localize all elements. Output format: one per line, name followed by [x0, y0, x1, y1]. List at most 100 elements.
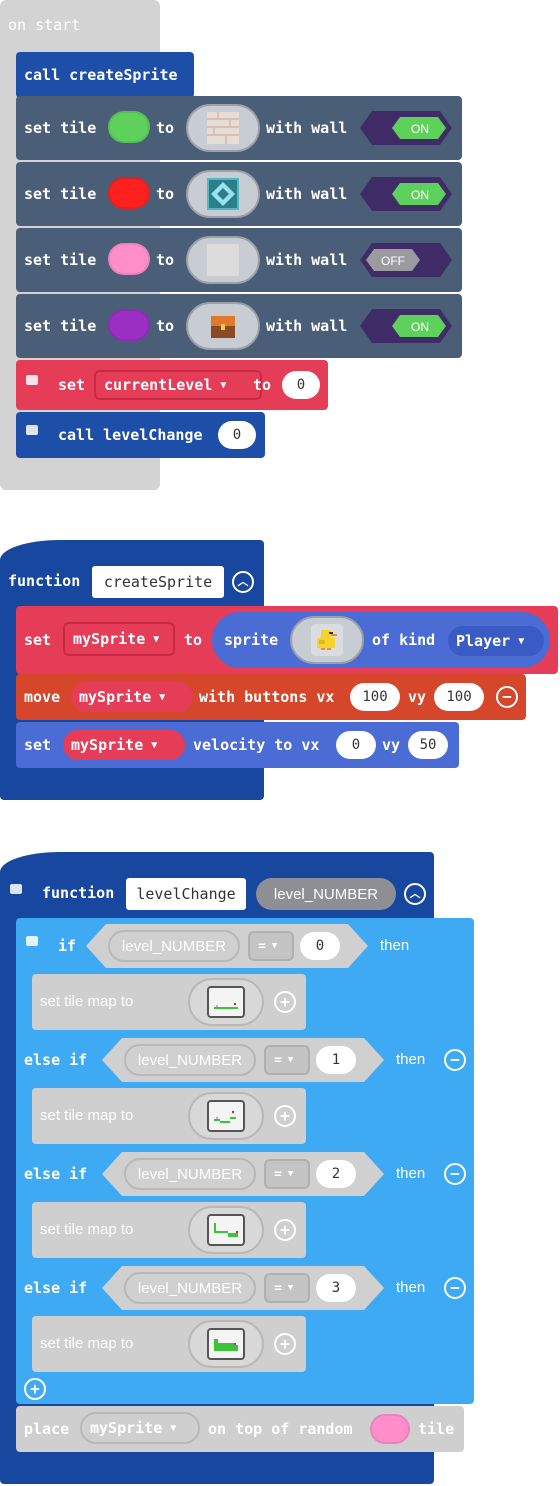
call-create-sprite-block[interactable]: call createSprite: [16, 52, 194, 98]
function-label: function: [42, 884, 115, 902]
vx-value[interactable]: 100: [350, 683, 400, 711]
wall-toggle[interactable]: ON: [360, 111, 452, 145]
tile-image-slot[interactable]: [186, 170, 260, 218]
sprite-image-slot[interactable]: [290, 616, 364, 664]
operator-dropdown[interactable]: = ▼: [264, 1273, 310, 1303]
set-tile-map-block[interactable]: set tile map to +: [32, 1316, 306, 1372]
compare-value[interactable]: 0: [300, 932, 340, 960]
tile-map-slot[interactable]: [188, 1320, 264, 1368]
comment-icon[interactable]: [26, 936, 38, 946]
comparison-block[interactable]: level_NUMBER = ▼ 2: [102, 1152, 384, 1196]
place-on-random-tile-block[interactable]: place mySprite ▼ on top of random tile: [16, 1406, 464, 1452]
function-name-field[interactable]: createSprite: [92, 566, 224, 598]
vy-label: vy: [408, 688, 427, 706]
my-sprite-variable[interactable]: mySprite ▼: [71, 682, 193, 712]
with-wall-label: with wall: [266, 251, 348, 269]
random-tile-color[interactable]: [370, 1414, 410, 1444]
current-level-value[interactable]: 0: [282, 371, 320, 399]
tile-map-slot[interactable]: [188, 978, 264, 1026]
tile-image-slot[interactable]: [186, 302, 260, 350]
level-number-variable[interactable]: level_NUMBER: [124, 1158, 256, 1190]
move-label: move: [24, 688, 61, 706]
set-tile-map-block[interactable]: set tile map to +: [32, 974, 306, 1030]
plus-icon[interactable]: +: [274, 1333, 296, 1355]
collapse-chevron-up-icon[interactable]: ︿: [404, 883, 426, 905]
tile-color[interactable]: [108, 309, 150, 341]
minus-icon[interactable]: −: [496, 686, 518, 708]
vy-value[interactable]: 100: [434, 683, 484, 711]
set-velocity-block[interactable]: set mySprite ▼ velocity to vx 0 vy 50: [16, 722, 459, 768]
tile-color[interactable]: [108, 243, 150, 275]
compare-value[interactable]: 1: [316, 1046, 356, 1074]
level-number-variable[interactable]: level_NUMBER: [124, 1044, 256, 1076]
wall-toggle[interactable]: OFF: [360, 243, 452, 277]
param-level-number[interactable]: level_NUMBER: [256, 878, 396, 910]
dropdown-value: =: [258, 938, 266, 954]
set-my-sprite-block[interactable]: set mySprite ▼ to sprite of kind Player: [16, 606, 558, 674]
vy-value[interactable]: 50: [408, 731, 448, 759]
tile-map-slot[interactable]: [188, 1092, 264, 1140]
treasure-chest-tile-icon: [207, 310, 239, 342]
level-change-header: function levelChange level_NUMBER ︿: [0, 870, 434, 916]
call-level-change-value[interactable]: 0: [218, 421, 256, 449]
current-level-dropdown[interactable]: currentLevel ▼: [94, 370, 262, 400]
kind-dropdown[interactable]: Player ▼: [448, 626, 544, 656]
add-else-plus-icon[interactable]: +: [24, 1378, 46, 1400]
operator-dropdown[interactable]: = ▼: [248, 931, 294, 961]
comparison-block[interactable]: level_NUMBER = ▼ 1: [102, 1038, 384, 1082]
comparison-block[interactable]: level_NUMBER = ▼ 3: [102, 1266, 384, 1310]
plus-icon[interactable]: +: [274, 1219, 296, 1241]
comparison-block[interactable]: level_NUMBER = ▼ 0: [86, 924, 368, 968]
set-tile-map-block[interactable]: set tile map to +: [32, 1202, 306, 1258]
plus-icon[interactable]: +: [274, 991, 296, 1013]
plus-icon[interactable]: +: [274, 1105, 296, 1127]
tile-map-slot[interactable]: [188, 1206, 264, 1254]
set-tile-block[interactable]: set tile to with wall ON: [16, 162, 462, 226]
vx-value[interactable]: 0: [336, 731, 376, 759]
set-current-level-block[interactable]: set currentLevel ▼ to 0: [16, 360, 328, 410]
comment-icon[interactable]: [26, 425, 38, 435]
my-sprite-dropdown[interactable]: mySprite ▼: [63, 622, 175, 656]
wall-toggle[interactable]: ON: [360, 309, 452, 343]
wall-toggle[interactable]: ON: [360, 177, 452, 211]
tile-image-slot[interactable]: [186, 104, 260, 152]
compare-value[interactable]: 3: [316, 1274, 356, 1302]
chevron-down-icon: ▼: [153, 633, 160, 645]
set-tile-block[interactable]: set tile to with wall ON: [16, 294, 462, 358]
to-label: to: [156, 317, 175, 335]
level-number-variable[interactable]: level_NUMBER: [108, 930, 240, 962]
toggle-state: ON: [411, 320, 429, 334]
my-sprite-variable[interactable]: mySprite ▼: [80, 1412, 200, 1444]
collapse-chevron-up-icon[interactable]: ︿: [232, 571, 254, 593]
minus-icon[interactable]: −: [444, 1049, 466, 1071]
compare-value[interactable]: 2: [316, 1160, 356, 1188]
tile-color[interactable]: [108, 111, 150, 143]
set-tile-label: set tile: [24, 317, 97, 335]
move-with-buttons-block[interactable]: move mySprite ▼ with buttons vx 100 vy 1…: [16, 674, 526, 720]
set-tile-map-label: set tile map to: [40, 1335, 134, 1352]
tile-image-slot[interactable]: [186, 236, 260, 284]
comment-icon[interactable]: [26, 375, 38, 385]
dropdown-value: mySprite: [73, 630, 146, 648]
operator-dropdown[interactable]: = ▼: [264, 1045, 310, 1075]
dropdown-value: =: [274, 1280, 282, 1296]
comment-icon[interactable]: [10, 884, 22, 894]
on-top-label: on top of random: [208, 1420, 353, 1438]
level-number-variable[interactable]: level_NUMBER: [124, 1272, 256, 1304]
chevron-down-icon: ▼: [518, 635, 525, 647]
tile-color[interactable]: [108, 177, 150, 209]
set-tile-block[interactable]: set tile to with wall OFF: [16, 228, 462, 292]
call-level-change-block[interactable]: call levelChange 0: [16, 412, 265, 458]
else-if-row: else if level_NUMBER = ▼ 2 then −: [16, 1146, 474, 1202]
with-wall-label: with wall: [266, 317, 348, 335]
my-sprite-variable[interactable]: mySprite ▼: [63, 730, 185, 760]
set-tile-block[interactable]: set tile to with wall ON: [16, 96, 462, 160]
sprite-of-kind-block[interactable]: sprite of kind Player ▼: [212, 612, 550, 668]
minus-icon[interactable]: −: [444, 1163, 466, 1185]
function-name-field[interactable]: levelChange: [126, 878, 246, 910]
minus-icon[interactable]: −: [444, 1277, 466, 1299]
set-label: set: [24, 736, 52, 754]
set-tile-map-block[interactable]: set tile map to +: [32, 1088, 306, 1144]
operator-dropdown[interactable]: = ▼: [264, 1159, 310, 1189]
set-tile-map-label: set tile map to: [40, 993, 134, 1010]
